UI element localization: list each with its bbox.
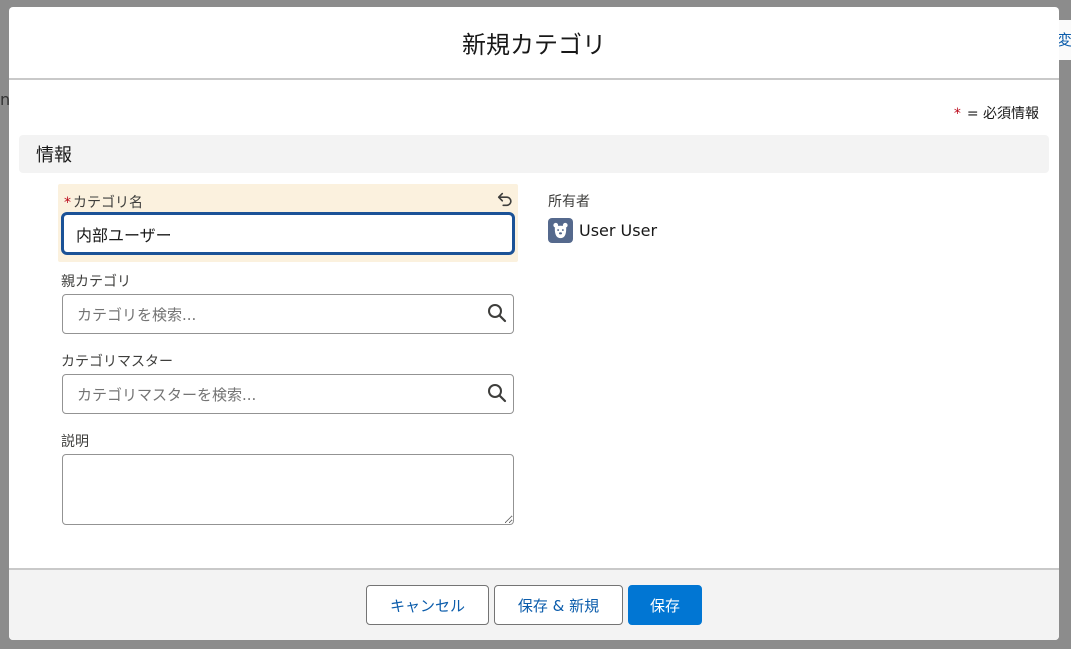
search-icon: [488, 304, 507, 323]
modal-header: 新規カテゴリ: [9, 7, 1059, 80]
parent-category-search-input[interactable]: [62, 294, 514, 334]
parent-category-label: 親カテゴリ: [61, 274, 131, 290]
new-category-modal: 新規カテゴリ * = 必須情報 情報 *カテゴリ名 親カテゴリ カテゴリマスター: [9, 7, 1059, 640]
owner-name[interactable]: User User: [579, 221, 657, 240]
category-master-field: カテゴリマスター: [61, 351, 514, 421]
required-legend: * = 必須情報: [954, 103, 1039, 123]
cancel-button[interactable]: キャンセル: [366, 585, 489, 625]
required-legend-text: = 必須情報: [966, 106, 1039, 122]
description-label: 説明: [61, 434, 89, 450]
undo-icon[interactable]: [496, 190, 514, 208]
category-name-label: * カテゴリ名: [64, 195, 143, 211]
owner-value: User User: [548, 218, 657, 243]
category-master-label: カテゴリマスター: [61, 354, 173, 370]
modal-title: 新規カテゴリ: [462, 31, 606, 59]
description-textarea[interactable]: [62, 454, 514, 525]
required-star: *: [64, 195, 71, 211]
save-button[interactable]: 保存: [628, 585, 702, 625]
category-name-input[interactable]: [61, 212, 515, 255]
required-star: *: [953, 106, 961, 122]
parent-category-field: 親カテゴリ: [61, 271, 514, 341]
description-field: 説明: [61, 431, 514, 531]
save-and-new-button[interactable]: 保存 & 新規: [494, 585, 623, 625]
bear-avatar-icon: [548, 218, 573, 243]
search-icon: [488, 384, 507, 403]
section-header-info[interactable]: 情報: [19, 135, 1049, 173]
category-master-search-input[interactable]: [62, 374, 514, 414]
owner-label: 所有者: [548, 194, 590, 210]
section-title: 情報: [36, 145, 72, 166]
category-name-field: * カテゴリ名: [58, 184, 518, 262]
modal-footer: キャンセル 保存 & 新規 保存: [9, 568, 1059, 640]
